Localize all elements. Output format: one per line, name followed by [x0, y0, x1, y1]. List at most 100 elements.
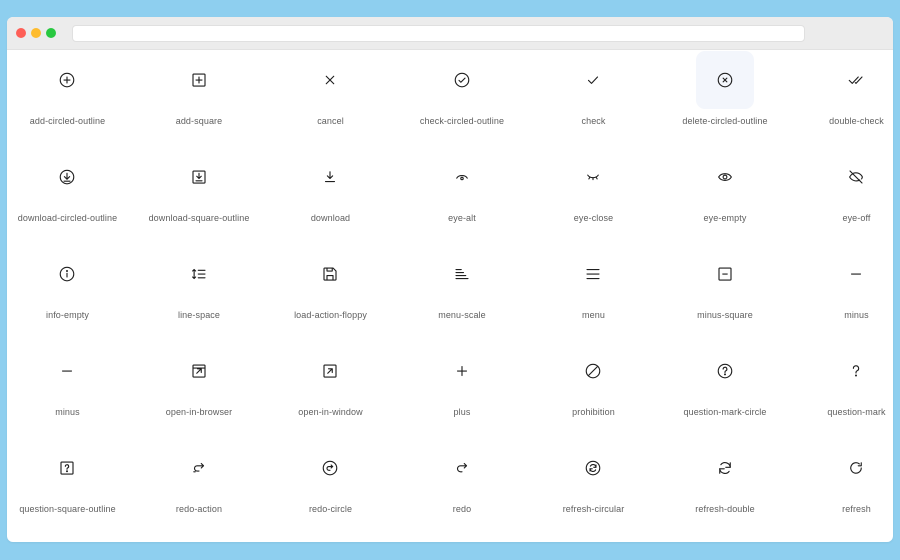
refresh-double-icon: [718, 462, 731, 474]
icon-tile[interactable]: redo-circle: [265, 438, 396, 535]
icon-label: menu-scale: [438, 310, 486, 320]
icon-tile[interactable]: eye-empty: [660, 147, 791, 244]
info-empty-icon: [59, 266, 75, 282]
icon-label: double-check: [829, 116, 884, 126]
icon-preview[interactable]: [38, 245, 96, 303]
icon-tile[interactable]: question-mark: [791, 341, 893, 438]
icon-preview[interactable]: [827, 439, 885, 497]
icon-tile[interactable]: download: [265, 147, 396, 244]
icon-preview[interactable]: [38, 439, 96, 497]
icon-preview[interactable]: [170, 439, 228, 497]
icon-preview[interactable]: [564, 148, 622, 206]
icon-tile[interactable]: minus: [791, 244, 893, 341]
icon-tile[interactable]: delete-circled-outline: [660, 50, 791, 147]
icon-preview[interactable]: [564, 439, 622, 497]
icon-preview[interactable]: [827, 245, 885, 303]
icon-preview[interactable]: [696, 148, 754, 206]
icon-tile[interactable]: menu-scale: [397, 244, 528, 341]
icon-preview[interactable]: [564, 245, 622, 303]
icon-preview[interactable]: [433, 245, 491, 303]
icon-tile[interactable]: info-empty: [7, 244, 133, 341]
icon-tile[interactable]: eye-close: [528, 147, 659, 244]
icon-label: redo-action: [175, 504, 223, 514]
icon-preview[interactable]: [433, 439, 491, 497]
double-check-icon: [848, 76, 863, 84]
icon-tile[interactable]: open-in-window: [265, 341, 396, 438]
icon-tile[interactable]: check: [528, 50, 659, 147]
icon-preview[interactable]: [696, 342, 754, 400]
icon-tile[interactable]: download-square-outline: [134, 147, 265, 244]
cancel-icon: [325, 75, 335, 85]
icon-preview[interactable]: [827, 342, 885, 400]
icon-preview[interactable]: [301, 342, 359, 400]
icon-tile[interactable]: open-in-browser: [134, 341, 265, 438]
icon-tile[interactable]: refresh-circular: [528, 438, 659, 535]
icon-preview[interactable]: [433, 148, 491, 206]
minus-icon: [61, 370, 73, 372]
icon-preview[interactable]: [564, 342, 622, 400]
icon-preview[interactable]: [38, 148, 96, 206]
icon-preview[interactable]: [38, 342, 96, 400]
icon-preview[interactable]: [38, 51, 96, 109]
icon-tile[interactable]: refresh-double: [660, 438, 791, 535]
icon-tile[interactable]: menu: [528, 244, 659, 341]
icon-preview[interactable]: [170, 148, 228, 206]
icon-label: question-mark: [827, 407, 886, 417]
download-circled-outline-icon: [59, 169, 75, 185]
address-bar[interactable]: [72, 25, 805, 42]
icon-preview[interactable]: [170, 245, 228, 303]
icon-preview[interactable]: [695, 51, 754, 109]
icon-tile[interactable]: redo-action: [134, 438, 265, 535]
line-space-icon: [191, 268, 206, 280]
icon-preview[interactable]: [433, 51, 491, 109]
icon-preview[interactable]: [301, 439, 359, 497]
icon-label: minus: [55, 407, 80, 417]
refresh-circular-icon: [585, 460, 601, 476]
icon-tile[interactable]: minus-square: [660, 244, 791, 341]
icon-label: minus-square: [697, 310, 753, 320]
icon-preview[interactable]: [696, 245, 754, 303]
icon-tile[interactable]: question-square-outline: [7, 438, 133, 535]
icon-tile[interactable]: add-circled-outline: [7, 50, 133, 147]
icon-tile[interactable]: download-circled-outline: [7, 147, 133, 244]
icon-label: redo-circle: [308, 504, 353, 514]
icon-tile[interactable]: check-circled-outline: [397, 50, 528, 147]
icon-preview[interactable]: [301, 245, 359, 303]
load-action-floppy-icon: [323, 267, 337, 281]
icon-tile[interactable]: minus: [7, 341, 133, 438]
icon-tile[interactable]: redo: [397, 438, 528, 535]
icon-preview[interactable]: [696, 439, 754, 497]
icon-label: refresh-double: [695, 504, 755, 514]
icon-label: add-square: [175, 116, 223, 126]
icon-tile[interactable]: refresh: [791, 438, 893, 535]
browser-window: add-circled-outline add-square cancel check…: [7, 17, 893, 542]
icon-preview[interactable]: [827, 148, 885, 206]
icon-label: check: [581, 116, 606, 126]
icon-preview[interactable]: [564, 51, 622, 109]
icon-label: line-space: [177, 310, 221, 320]
icon-grid: add-circled-outline add-square cancel check…: [7, 50, 893, 542]
icon-tile[interactable]: eye-alt: [397, 147, 528, 244]
icon-tile[interactable]: question-mark-circle: [660, 341, 791, 438]
open-in-browser-icon: [191, 364, 206, 378]
icon-tile[interactable]: load-action-floppy: [265, 244, 396, 341]
icon-tile[interactable]: prohibition: [528, 341, 659, 438]
icon-preview[interactable]: [170, 342, 228, 400]
icon-preview[interactable]: [827, 51, 885, 109]
icon-preview[interactable]: [433, 342, 491, 400]
icon-preview[interactable]: [301, 51, 359, 109]
icon-preview[interactable]: [170, 51, 228, 109]
icon-preview[interactable]: [301, 148, 359, 206]
minus-icon: [850, 273, 862, 275]
icon-label: add-circled-outline: [29, 116, 106, 126]
minimize-window-button[interactable]: [31, 28, 41, 38]
icon-tile[interactable]: plus: [397, 341, 528, 438]
icon-tile[interactable]: line-space: [134, 244, 265, 341]
icon-tile[interactable]: double-check: [791, 50, 893, 147]
icon-tile[interactable]: eye-off: [791, 147, 893, 244]
maximize-window-button[interactable]: [46, 28, 56, 38]
icon-tile[interactable]: add-square: [134, 50, 265, 147]
icon-label: question-square-outline: [19, 504, 116, 514]
icon-tile[interactable]: cancel: [265, 50, 396, 147]
close-window-button[interactable]: [16, 28, 26, 38]
